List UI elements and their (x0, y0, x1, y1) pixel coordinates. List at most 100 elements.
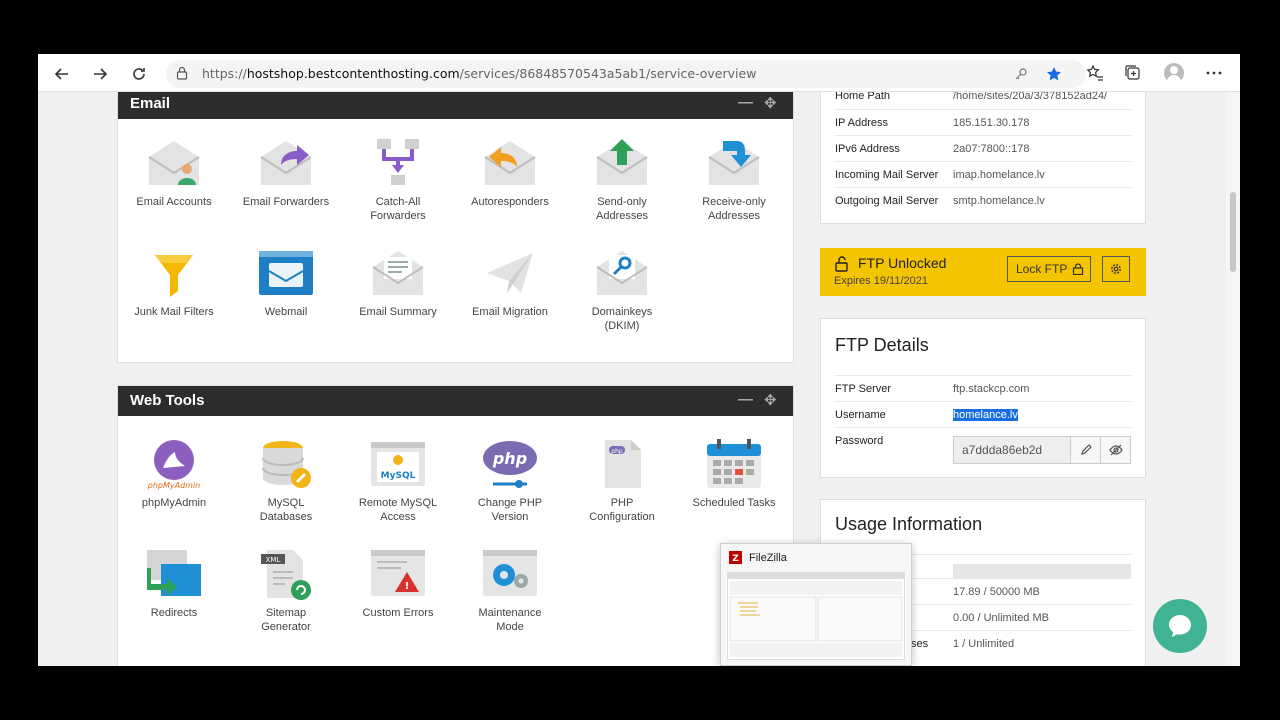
tile-custom-errors[interactable]: ! Custom Errors (342, 548, 454, 620)
send-only-icon (596, 139, 648, 185)
tile-phpmyadmin[interactable]: phpMyAdmin phpMyAdmin (118, 438, 230, 510)
tile-label: Receive-only Addresses (702, 196, 766, 222)
tile-label: Catch-All Forwarders (370, 196, 426, 222)
tile-email-migration[interactable]: Email Migration (454, 247, 566, 319)
password-value[interactable]: a7ddda86eb2d (962, 443, 1042, 457)
sitemap-icon: XML (261, 550, 311, 600)
tile-label: Email Summary (359, 306, 437, 318)
redirects-icon (147, 550, 201, 596)
tile-email-summary[interactable]: Email Summary (342, 247, 454, 319)
web-tools-panel-header: Web Tools — ✥ (118, 386, 793, 416)
php-config-icon: php (605, 440, 641, 488)
address-bar[interactable]: https://hostshop.bestcontenthosting.com/… (166, 60, 1086, 88)
lock-ftp-button[interactable]: Lock FTP (1007, 256, 1091, 282)
webmail-icon (259, 251, 313, 295)
gear-icon (1111, 264, 1121, 274)
forward-button[interactable] (88, 62, 112, 86)
lock-ftp-label: Lock FTP (1016, 262, 1068, 276)
tile-email-forwarders[interactable]: Email Forwarders (230, 137, 342, 209)
tile-label: Maintenance Mode (478, 607, 542, 633)
server-info-row: Incoming Mail Server imap.homelance.lv (835, 161, 1131, 187)
tile-junk-mail-filters[interactable]: Junk Mail Filters (118, 247, 230, 319)
svg-text:php: php (492, 449, 527, 468)
chat-bubble-icon (1169, 615, 1191, 637)
ftp-details-card: FTP Details FTP Server ftp.stackcp.com Us… (820, 318, 1146, 478)
move-handle-icon[interactable]: ✥ (764, 391, 777, 409)
back-button[interactable] (50, 62, 74, 86)
more-menu-button[interactable] (1204, 63, 1224, 83)
usage-bar (953, 564, 1131, 578)
server-info-row: IPv6 Address 2a07:7800::178 (835, 135, 1131, 161)
ftp-status-banner: FTP Unlocked Expires 19/11/2021 Lock FTP (820, 248, 1146, 296)
tile-maintenance-mode[interactable]: Maintenance Mode (454, 548, 566, 634)
autoresponders-icon (484, 141, 536, 185)
tile-webmail[interactable]: Webmail (230, 247, 342, 319)
forward-arrow-icon (94, 68, 108, 80)
favorites-button[interactable] (1085, 63, 1105, 83)
tile-label: Autoresponders (471, 196, 549, 208)
move-handle-icon[interactable]: ✥ (764, 94, 777, 112)
tile-send-only-addresses[interactable]: Send-only Addresses (566, 137, 678, 223)
calendar-icon (707, 439, 761, 488)
tile-catch-all-forwarders[interactable]: Catch-All Forwarders (342, 137, 454, 223)
tile-label: Junk Mail Filters (134, 306, 214, 318)
page-scrollbar[interactable] (1226, 92, 1240, 666)
collapse-icon[interactable]: — (738, 94, 753, 111)
tile-mysql-databases[interactable]: MySQL Databases (230, 438, 342, 524)
receive-only-icon (708, 141, 760, 185)
ftp-settings-button[interactable] (1102, 256, 1130, 282)
tile-php-configuration[interactable]: php PHP Configuration (566, 438, 678, 524)
ftp-expiry: Expires 19/11/2021 (834, 275, 928, 287)
password-field: a7ddda86eb2d (953, 436, 1131, 464)
filezilla-preview[interactable]: Z FileZilla (720, 543, 912, 666)
tile-sitemap-generator[interactable]: XML Sitemap Generator (230, 548, 342, 634)
remote-mysql-icon: MySQL (371, 442, 425, 486)
scrollbar-thumb[interactable] (1230, 192, 1236, 272)
browser-window: https://hostshop.bestcontenthosting.com/… (38, 54, 1240, 666)
filezilla-title: FileZilla (749, 552, 787, 564)
collapse-icon[interactable]: — (738, 391, 753, 408)
tile-label: Redirects (150, 607, 198, 619)
tile-autoresponders[interactable]: Autoresponders (454, 137, 566, 209)
filezilla-thumbnail (727, 572, 905, 660)
email-panel: Email — ✥ Email Accounts Email Forwarder… (117, 92, 794, 363)
toggle-password-visibility-button[interactable] (1100, 437, 1130, 463)
ftp-username-row: Username homelance.lv (835, 401, 1131, 427)
tile-redirects[interactable]: Redirects (118, 548, 230, 620)
server-info-row: IP Address 185.151.30.178 (835, 109, 1131, 135)
profile-avatar[interactable] (1164, 63, 1184, 83)
tile-label: Sitemap Generator (261, 607, 311, 633)
key-icon[interactable] (1014, 67, 1028, 81)
tile-email-accounts[interactable]: Email Accounts (118, 137, 230, 209)
tile-domainkeys[interactable]: Domainkeys (DKIM) (566, 247, 678, 333)
ftp-server-row: FTP Server ftp.stackcp.com (835, 375, 1131, 401)
email-summary-icon (372, 251, 424, 295)
collections-icon (1125, 65, 1140, 80)
favorite-star-icon[interactable] (1046, 66, 1062, 82)
svg-text:!: ! (405, 581, 410, 592)
tile-label: Send-only Addresses (596, 196, 648, 222)
edit-password-button[interactable] (1070, 437, 1100, 463)
chat-widget-button[interactable] (1153, 599, 1207, 653)
collections-button[interactable] (1123, 63, 1143, 83)
ftp-details-title: FTP Details (835, 335, 929, 355)
username-value-selected[interactable]: homelance.lv (953, 409, 1018, 421)
server-info-card: Home Path/home/sites/20a/3/378152ad24/ I… (820, 92, 1146, 224)
tile-remote-mysql-access[interactable]: MySQL Remote MySQL Access (342, 438, 454, 524)
tile-label: Scheduled Tasks (692, 497, 776, 509)
tile-label: Email Migration (472, 306, 548, 318)
catch-all-icon (377, 139, 419, 185)
php-version-icon: php (483, 441, 537, 488)
tile-label: Email Forwarders (242, 196, 330, 208)
tile-change-php-version[interactable]: php Change PHP Version (454, 438, 566, 524)
tile-receive-only-addresses[interactable]: Receive-only Addresses (678, 137, 790, 223)
tile-label: Webmail (264, 306, 308, 318)
back-arrow-icon (54, 68, 68, 80)
tile-scheduled-tasks[interactable]: Scheduled Tasks (678, 438, 790, 510)
email-panel-header: Email — ✥ (118, 92, 793, 119)
ellipsis-icon (1206, 71, 1222, 75)
refresh-button[interactable] (127, 62, 151, 86)
database-icon (262, 441, 311, 488)
browser-toolbar: https://hostshop.bestcontenthosting.com/… (38, 54, 1240, 92)
favorites-list-icon (1086, 64, 1103, 81)
